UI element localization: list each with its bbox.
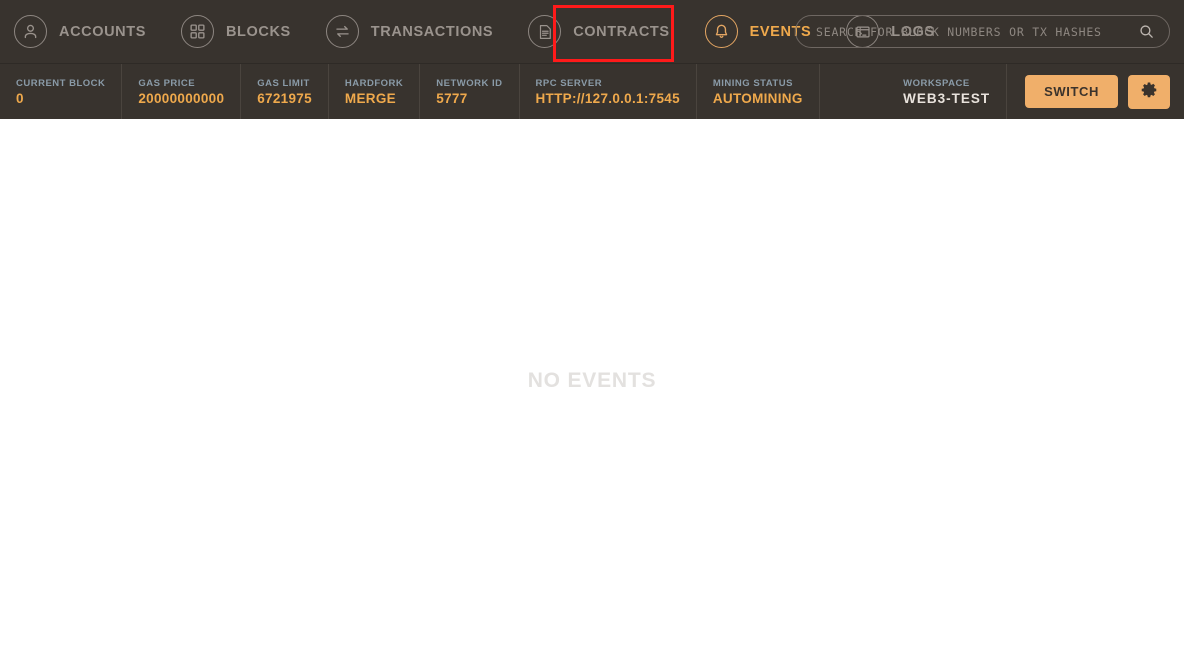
status-label: WORKSPACE xyxy=(903,77,970,89)
gear-icon xyxy=(1140,81,1158,102)
status-label: CURRENT BLOCK xyxy=(16,77,106,89)
document-icon xyxy=(528,15,562,48)
settings-button[interactable] xyxy=(1128,74,1170,109)
status-item-rpc-server: RPC SERVER HTTP://127.0.0.1:7545 xyxy=(520,64,697,119)
status-item-hardfork: HARDFORK MERGE xyxy=(329,64,421,119)
status-label: RPC SERVER xyxy=(535,77,603,89)
search-bar[interactable] xyxy=(795,15,1170,48)
status-value: 6721975 xyxy=(257,90,312,106)
status-label: HARDFORK xyxy=(344,77,404,89)
status-bar-actions: SWITCH xyxy=(1006,64,1184,119)
nav-tab-label: BLOCKS xyxy=(225,23,291,40)
swap-arrows-icon xyxy=(325,15,359,48)
status-value: WEB3-TEST xyxy=(903,90,991,106)
status-bar-spacer xyxy=(820,64,887,119)
nav-tab-transactions[interactable]: TRANSACTIONS xyxy=(325,4,506,60)
status-label: GAS PRICE xyxy=(138,77,196,89)
search-input[interactable] xyxy=(816,24,1135,39)
status-item-gas-limit: GAS LIMIT 6721975 xyxy=(241,64,329,119)
empty-state-message: NO EVENTS xyxy=(527,368,657,392)
nav-tab-contracts[interactable]: CONTRACTS xyxy=(528,4,682,60)
nav-tab-label: CONTRACTS xyxy=(573,23,670,40)
nav-tab-blocks[interactable]: BLOCKS xyxy=(180,4,304,60)
status-item-gas-price: GAS PRICE 20000000000 xyxy=(122,64,242,119)
events-content-area: NO EVENTS xyxy=(0,119,1184,648)
status-value: MERGE xyxy=(344,90,396,106)
status-item-current-block: CURRENT BLOCK 0 xyxy=(0,64,123,119)
bell-icon xyxy=(704,15,738,48)
nav-tab-label: TRANSACTIONS xyxy=(370,23,494,40)
ganache-app-window: ACCOUNTS BLOCKS TRANSACTIONS CONTRACTS E… xyxy=(0,0,1184,648)
status-value: 0 xyxy=(16,90,24,106)
nav-tab-accounts[interactable]: ACCOUNTS xyxy=(14,4,159,60)
status-label: NETWORK ID xyxy=(436,77,503,89)
status-item-mining-status: MINING STATUS AUTOMINING xyxy=(697,64,820,119)
status-value: AUTOMINING xyxy=(712,90,803,106)
status-value: 20000000000 xyxy=(138,90,225,106)
nav-tab-label: ACCOUNTS xyxy=(59,23,146,40)
switch-workspace-button[interactable]: SWITCH xyxy=(1025,75,1118,108)
search-icon[interactable] xyxy=(1135,21,1157,43)
status-label: GAS LIMIT xyxy=(257,77,310,89)
status-value: HTTP://127.0.0.1:7545 xyxy=(535,90,680,106)
status-bar: CURRENT BLOCK 0 GAS PRICE 20000000000 GA… xyxy=(0,63,1184,119)
status-value: 5777 xyxy=(436,90,468,106)
status-item-network-id: NETWORK ID 5777 xyxy=(420,64,520,119)
status-label: MINING STATUS xyxy=(712,77,793,89)
top-navigation-bar: ACCOUNTS BLOCKS TRANSACTIONS CONTRACTS E… xyxy=(0,0,1184,63)
person-icon xyxy=(14,15,47,48)
grid-blocks-icon xyxy=(180,15,214,48)
status-item-workspace: WORKSPACE WEB3-TEST xyxy=(887,64,1006,119)
